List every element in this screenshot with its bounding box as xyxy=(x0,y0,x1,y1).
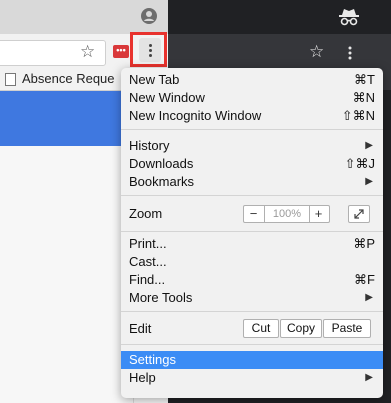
shortcut: ⌘T xyxy=(354,72,375,87)
cut-button[interactable]: Cut xyxy=(243,319,279,338)
fullscreen-icon[interactable] xyxy=(348,205,370,223)
menu-label: Print... xyxy=(129,236,167,251)
menu-separator xyxy=(121,311,383,312)
menu-item-settings[interactable]: Settings xyxy=(121,351,383,369)
extension-icon[interactable]: ••• xyxy=(113,45,129,58)
chrome-menu: New Tab ⌘T New Window ⌘N New Incognito W… xyxy=(121,68,383,398)
menu-label: Bookmarks xyxy=(129,174,195,189)
paste-button[interactable]: Paste xyxy=(323,319,371,338)
menu-label: Downloads xyxy=(129,156,194,171)
menu-item-downloads[interactable]: Downloads ⇧⌘J xyxy=(121,155,383,173)
menu-item-find[interactable]: Find... ⌘F xyxy=(121,271,383,289)
bookmark-absence-request[interactable]: Absence Reque xyxy=(22,71,115,86)
menu-item-cast[interactable]: Cast... xyxy=(121,253,383,271)
submenu-arrow-icon: ▶ xyxy=(365,372,373,383)
menu-separator xyxy=(121,129,383,130)
menu-label: Help xyxy=(129,370,156,385)
menu-item-help[interactable]: Help ▶ xyxy=(121,369,383,387)
menu-label: Cast... xyxy=(129,254,167,269)
submenu-arrow-icon: ▶ xyxy=(365,292,373,303)
menu-label: Find... xyxy=(129,272,166,287)
menu-item-new-incognito-window[interactable]: New Incognito Window ⇧⌘N xyxy=(121,107,383,125)
zoom-level: 100% xyxy=(264,206,310,222)
menu-item-history[interactable]: History ▶ xyxy=(121,137,383,155)
menu-separator xyxy=(121,231,383,232)
shortcut: ⌘F xyxy=(354,272,375,287)
menu-item-edit: Edit Cut Copy Paste xyxy=(121,318,383,340)
bookmark-star-icon[interactable]: ☆ xyxy=(80,42,95,62)
shortcut: ⌘N xyxy=(352,90,375,105)
submenu-arrow-icon: ▶ xyxy=(365,176,373,187)
menu-item-zoom: Zoom − 100% + xyxy=(121,201,383,227)
shortcut: ⌘P xyxy=(353,236,375,251)
submenu-arrow-icon: ▶ xyxy=(365,140,373,151)
menu-item-new-window[interactable]: New Window ⌘N xyxy=(121,89,383,107)
menu-label: New Window xyxy=(129,90,205,105)
menu-label: Settings xyxy=(129,352,176,367)
shortcut: ⇧⌘J xyxy=(344,156,375,171)
menu-separator xyxy=(121,344,383,345)
menu-separator xyxy=(121,195,383,196)
menu-item-more-tools[interactable]: More Tools ▶ xyxy=(121,289,383,307)
zoom-control: − 100% + xyxy=(243,205,330,223)
menu-label: New Tab xyxy=(129,72,180,87)
bookmark-page-icon xyxy=(5,73,16,86)
menu-label: History xyxy=(129,138,170,153)
incognito-icon xyxy=(338,7,360,27)
menu-label: Edit xyxy=(129,321,152,336)
menu-item-print[interactable]: Print... ⌘P xyxy=(121,235,383,253)
zoom-in-button[interactable]: + xyxy=(309,206,328,222)
menu-label: More Tools xyxy=(129,290,193,305)
incognito-bookmark-star-icon[interactable]: ☆ xyxy=(309,42,324,62)
zoom-out-button[interactable]: − xyxy=(244,206,263,222)
menu-item-new-tab[interactable]: New Tab ⌘T xyxy=(121,71,383,89)
menu-label: Zoom xyxy=(129,206,163,221)
highlight-box xyxy=(130,32,167,67)
incognito-menu-icon[interactable] xyxy=(345,44,355,62)
incognito-toolbar xyxy=(168,34,391,68)
profile-icon[interactable] xyxy=(141,8,157,24)
copy-button[interactable]: Copy xyxy=(280,319,322,338)
shortcut: ⇧⌘N xyxy=(341,108,375,123)
menu-label: New Incognito Window xyxy=(129,108,262,123)
menu-item-bookmarks[interactable]: Bookmarks ▶ xyxy=(121,173,383,191)
